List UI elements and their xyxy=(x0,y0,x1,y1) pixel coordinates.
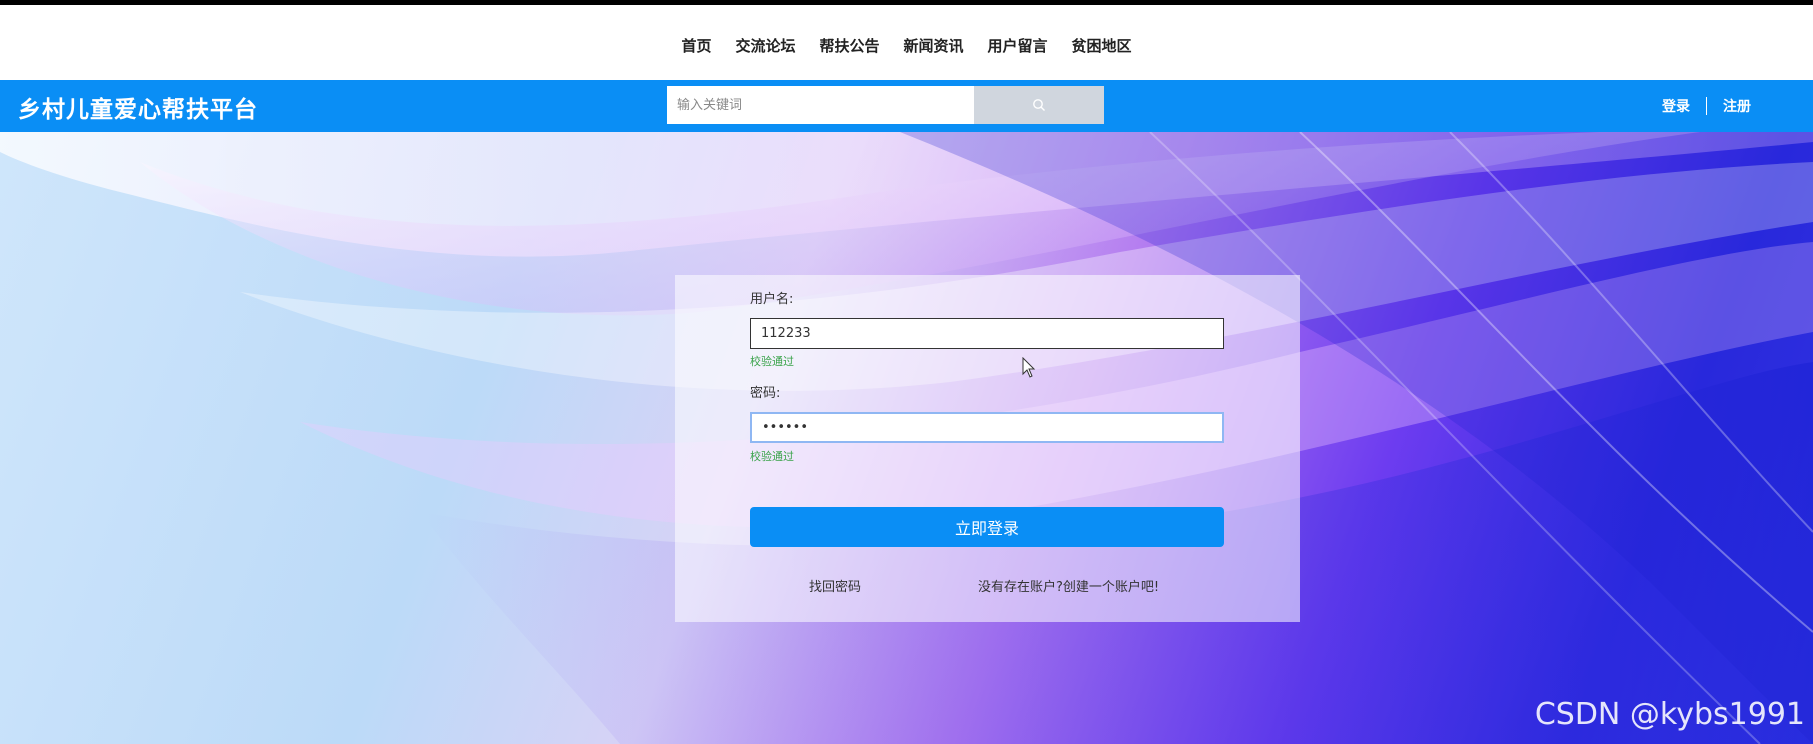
watermark: CSDN @kybs1991 xyxy=(1534,697,1805,732)
login-link[interactable]: 登录 xyxy=(1662,96,1690,116)
nav-item-messages[interactable]: 用户留言 xyxy=(988,35,1048,56)
search-button[interactable] xyxy=(974,86,1104,124)
create-account-link[interactable]: 没有存在账户?创建一个账户吧! xyxy=(978,576,1159,595)
nav-item-poverty-areas[interactable]: 贫困地区 xyxy=(1072,35,1132,56)
login-card: 用户名: 校验通过 密码: 校验通过 立即登录 找回密码 没有存在账户?创建一个… xyxy=(675,275,1300,622)
top-navigation: 首页 交流论坛 帮扶公告 新闻资讯 用户留言 贫困地区 xyxy=(0,5,1813,80)
nav-item-news[interactable]: 新闻资讯 xyxy=(904,35,964,56)
forgot-password-link[interactable]: 找回密码 xyxy=(809,576,861,595)
mouse-cursor-icon xyxy=(1022,357,1036,378)
password-field[interactable] xyxy=(750,412,1224,443)
login-submit-button[interactable]: 立即登录 xyxy=(750,507,1224,547)
header-bar: 乡村儿童爱心帮扶平台 登录 注册 xyxy=(0,80,1813,132)
site-title[interactable]: 乡村儿童爱心帮扶平台 xyxy=(18,90,258,124)
auth-divider xyxy=(1706,97,1707,115)
auth-links: 登录 注册 xyxy=(1662,96,1751,116)
password-label: 密码: xyxy=(750,386,781,401)
search-box xyxy=(667,86,1104,124)
search-input[interactable] xyxy=(667,86,974,124)
nav-item-home[interactable]: 首页 xyxy=(681,35,711,56)
register-link[interactable]: 注册 xyxy=(1723,96,1751,116)
search-icon xyxy=(1033,99,1045,111)
nav-item-forum[interactable]: 交流论坛 xyxy=(735,35,795,56)
username-valid-msg: 校验通过 xyxy=(750,355,794,368)
password-valid-msg: 校验通过 xyxy=(750,450,794,463)
username-field[interactable] xyxy=(750,318,1224,349)
username-label: 用户名: xyxy=(750,292,794,307)
nav-item-announcements[interactable]: 帮扶公告 xyxy=(819,35,879,56)
